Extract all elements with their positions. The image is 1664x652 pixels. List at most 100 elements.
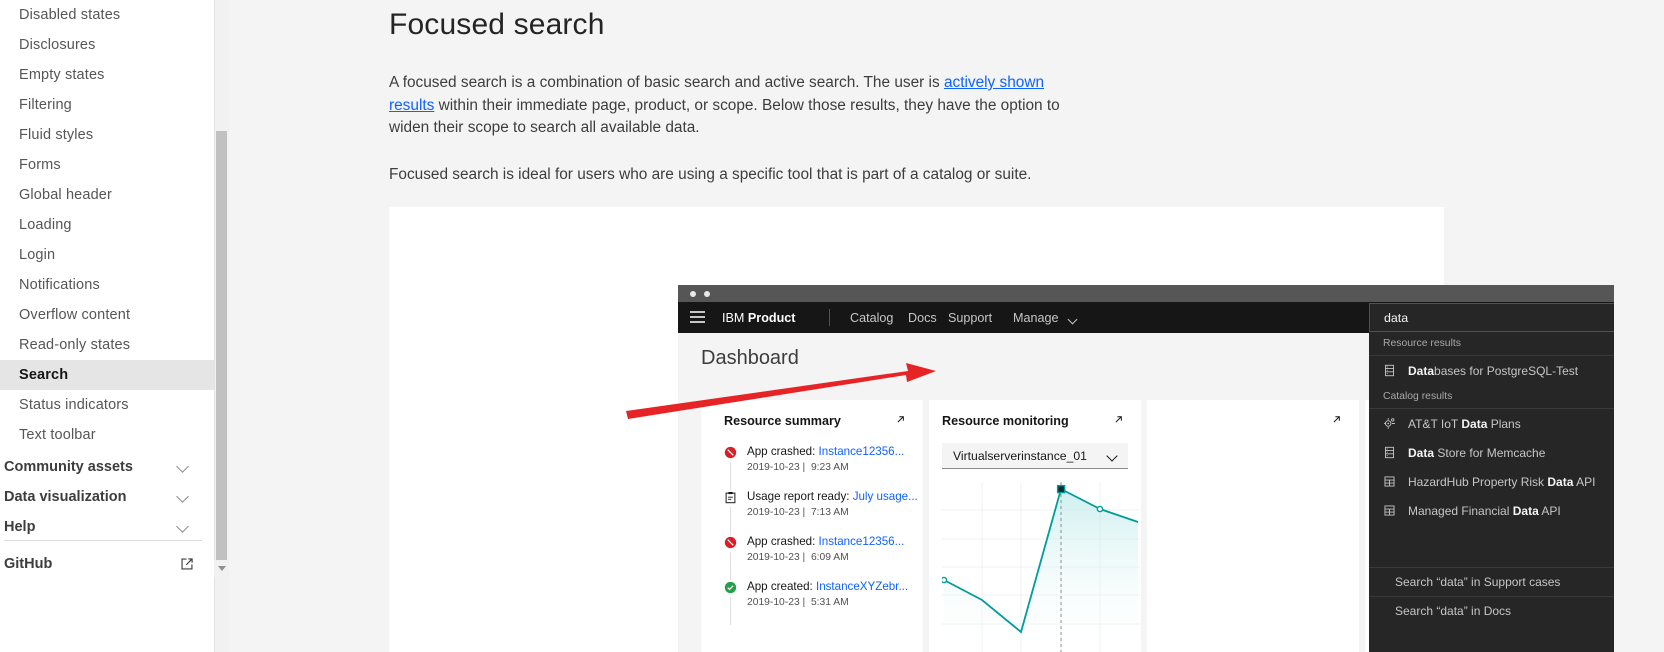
card-title: Resource summary [724, 414, 841, 428]
brand-title[interactable]: IBM Product [722, 311, 795, 325]
sidebar-item-forms[interactable]: Forms [0, 150, 214, 180]
header-nav-manage[interactable]: Manage [1013, 311, 1059, 325]
summary-prefix: Usage report ready: [747, 490, 853, 503]
checkmark-filled-icon [724, 581, 737, 594]
section-header-catalog-results: Catalog results View all [1369, 385, 1614, 409]
chevron-down-icon [177, 461, 190, 474]
search-result-label: Managed Financial Data API [1408, 504, 1561, 518]
sidebar-item-search[interactable]: Search [0, 360, 214, 390]
instance-link[interactable]: Instance12356... [819, 445, 905, 458]
section-label: Catalog results [1383, 391, 1453, 402]
paragraph-text: A focused search is a combination of bas… [389, 74, 944, 91]
sidebar-item-label: Status indicators [19, 397, 129, 413]
date-value: 2019-10-23 [747, 462, 800, 473]
sidebar-scrollbar-thumb[interactable] [216, 131, 227, 568]
chart-point [942, 576, 948, 584]
sidebar-group-label: Help [4, 519, 36, 535]
time-value: 9:23 AM [810, 462, 849, 473]
search-result-row[interactable]: AT&T IoT Data Plans [1369, 409, 1614, 438]
search-result-row[interactable]: HazardHub Property Risk Data API [1369, 467, 1614, 496]
header-nav-support[interactable]: Support [948, 311, 992, 325]
resource-monitoring-card: Resource monitoring Virtualserverinstanc… [929, 400, 1141, 652]
footer-label: Search “data” in Docs [1395, 604, 1512, 618]
date-value: 2019-10-23 [747, 552, 800, 563]
sidebar-item-read-only-states[interactable]: Read-only states [0, 330, 214, 360]
sidebar-item-disclosures[interactable]: Disclosures [0, 30, 214, 60]
card-title: Resource monitoring [942, 414, 1069, 428]
settings-adjust-icon [1384, 418, 1395, 429]
selected-instance-label: Virtualserverinstance_01 [953, 448, 1087, 463]
sidebar-divider [4, 540, 202, 541]
sidebar-group-label: Community assets [4, 459, 133, 475]
launch-icon[interactable] [894, 413, 907, 426]
sidebar-item-text-toolbar[interactable]: Text toolbar [0, 420, 214, 450]
sidebar-item-empty-states[interactable]: Empty states [0, 60, 214, 90]
date-value: 2019-10-23 [747, 597, 800, 608]
global-search-input[interactable]: data [1369, 303, 1614, 332]
header-nav-docs[interactable]: Docs [908, 311, 937, 325]
timeline-connector [729, 462, 731, 490]
paragraph-text: within their immediate page, product, or… [389, 96, 1060, 137]
sidebar-group-help[interactable]: Help [0, 512, 214, 542]
doc-sidebar: Disabled states Disclosures Empty states… [0, 0, 214, 652]
summary-item-date: 2019-10-23 | 7:13 AM [747, 507, 849, 518]
match-highlight: Data [1408, 445, 1435, 460]
sidebar-item-label: Fluid styles [19, 127, 94, 143]
summary-item-text: App created: InstanceXYZebr... [747, 580, 908, 593]
summary-prefix: App crashed: [747, 535, 819, 548]
window-dot [704, 291, 710, 297]
result-rest: API [1538, 503, 1561, 518]
summary-item-text: Usage report ready: July usage... [747, 490, 918, 503]
search-in-docs-row[interactable]: Search “data” in Docs [1369, 596, 1614, 625]
scroll-down-arrow-icon[interactable] [214, 560, 229, 577]
summary-item-text: App crashed: Instance12356... [747, 445, 904, 458]
search-result-label: AT&T IoT Data Plans [1408, 417, 1521, 431]
launch-icon[interactable] [1112, 413, 1125, 426]
search-result-row[interactable]: Managed Financial Data API [1369, 496, 1614, 525]
sidebar-item-overflow-content[interactable]: Overflow content [0, 300, 214, 330]
sidebar-item-status-indicators[interactable]: Status indicators [0, 390, 214, 420]
header-nav-catalog[interactable]: Catalog [850, 311, 893, 325]
sidebar-group-community-assets[interactable]: Community assets [0, 452, 214, 482]
hamburger-menu-icon[interactable] [690, 311, 705, 324]
sidebar-item-login[interactable]: Login [0, 240, 214, 270]
sidebar-item-label: Login [19, 247, 56, 263]
launch-icon[interactable] [1330, 413, 1343, 426]
sidebar-item-label: Disabled states [19, 7, 121, 23]
monitoring-area-chart [942, 482, 1140, 652]
dashboard-card-3 [1147, 400, 1359, 652]
search-result-row[interactable]: Databases for PostgreSQL-Test [1369, 356, 1614, 385]
sidebar-item-loading[interactable]: Loading [0, 210, 214, 240]
sidebar-group-data-visualization[interactable]: Data visualization [0, 482, 214, 512]
instance-link[interactable]: Instance12356... [819, 535, 905, 548]
doc-content-area: Focused search A focused search is a com… [229, 0, 1664, 652]
match-highlight: Data [1547, 474, 1574, 489]
instance-link[interactable]: InstanceXYZebr... [816, 580, 908, 593]
instance-select-dropdown[interactable]: Virtualserverinstance_01 [942, 443, 1128, 469]
sidebar-item-github[interactable]: GitHub [0, 551, 214, 577]
time-value: 7:13 AM [810, 507, 849, 518]
time-value: 6:09 AM [810, 552, 849, 563]
summary-item-date: 2019-10-23 | 9:23 AM [747, 462, 849, 473]
data-table-icon [1384, 476, 1395, 487]
search-result-row[interactable]: Data Store for Memcache [1369, 438, 1614, 467]
sidebar-item-notifications[interactable]: Notifications [0, 270, 214, 300]
sidebar-item-filtering[interactable]: Filtering [0, 90, 214, 120]
summary-item-date: 2019-10-23 | 5:31 AM [747, 597, 849, 608]
report-link[interactable]: July usage... [853, 490, 918, 503]
sidebar-item-label: Search [19, 367, 69, 383]
result-pre: AT&T IoT [1408, 416, 1462, 431]
chevron-down-icon [1106, 450, 1118, 462]
result-pre: Managed Financial [1408, 503, 1513, 518]
sidebar-item-label: Overflow content [19, 307, 131, 323]
sidebar-item-label: GitHub [4, 556, 53, 572]
sidebar-item-label: Disclosures [19, 37, 96, 53]
timeline-connector [729, 507, 731, 535]
figure-panel: IBM Product Catalog Docs Support Manage [389, 207, 1614, 652]
search-result-label: Databases for PostgreSQL-Test [1408, 364, 1578, 378]
sidebar-item-global-header[interactable]: Global header [0, 180, 214, 210]
sidebar-item-disabled-states[interactable]: Disabled states [0, 0, 214, 30]
search-in-support-cases-row[interactable]: Search “data” in Support cases [1369, 567, 1614, 596]
header-divider [829, 309, 830, 326]
sidebar-item-fluid-styles[interactable]: Fluid styles [0, 120, 214, 150]
